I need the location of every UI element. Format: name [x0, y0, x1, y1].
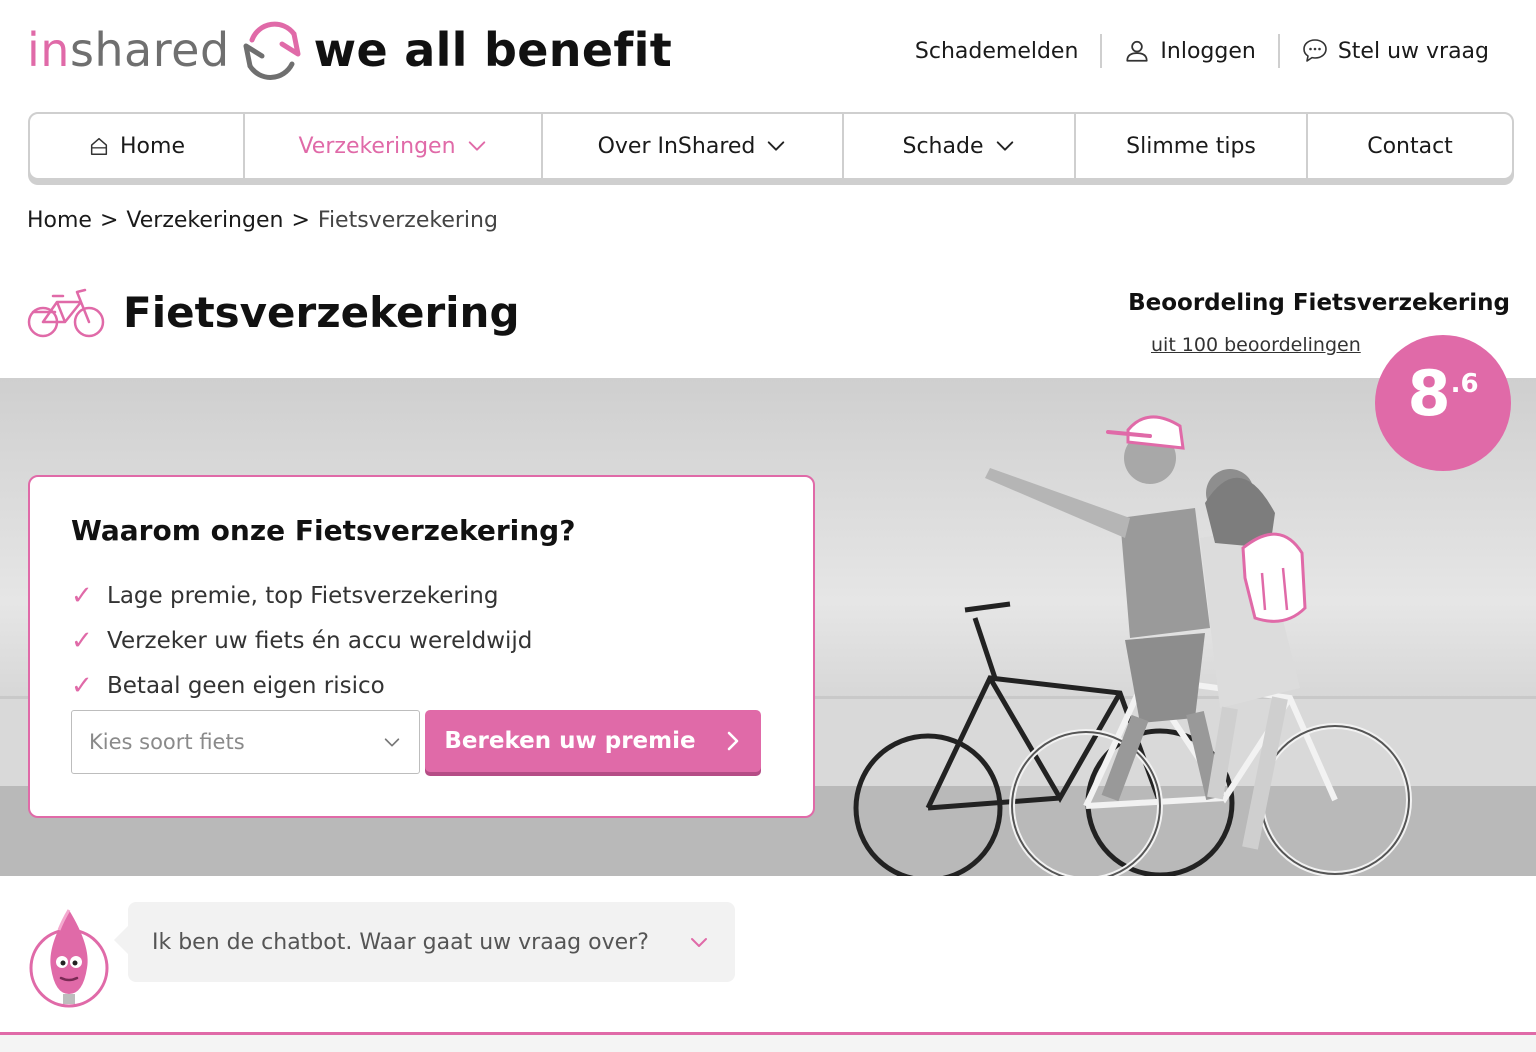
page-header: Fietsverzekering: [27, 282, 520, 342]
rating-score-badge: 8.6: [1375, 335, 1511, 471]
check-icon: ✓: [71, 580, 93, 611]
logo-shared-text: shared: [69, 23, 230, 77]
nav-item-label: Over InShared: [597, 133, 756, 159]
rating-score-decimal: .6: [1450, 369, 1479, 399]
usp-text: Verzeker uw fiets én accu wereldwijd: [107, 627, 533, 654]
report-damage-link[interactable]: Schademelden: [915, 39, 1079, 64]
user-icon: [1126, 40, 1149, 62]
nav-item-label: Verzekeringen: [298, 133, 456, 159]
chatbot-text: Ik ben de chatbot. Waar gaat uw vraag ov…: [152, 929, 649, 955]
usp-card: Waarom onze Fietsverzekering? ✓ Lage prem…: [28, 475, 815, 818]
chat-icon: [1303, 39, 1327, 62]
logo-arrows-icon: [243, 21, 301, 80]
bike-type-select[interactable]: Kies soort fiets: [71, 710, 420, 774]
bike-type-placeholder: Kies soort fiets: [89, 730, 245, 754]
ask-question-link[interactable]: Stel uw vraag: [1302, 38, 1489, 64]
calculate-premium-label: Bereken uw premie: [444, 728, 696, 754]
nav-item-smart-tips[interactable]: Slimme tips: [1076, 114, 1308, 178]
chevron-right-icon: [727, 731, 738, 751]
nav-item-contact[interactable]: Contact: [1308, 114, 1512, 178]
rating-score-main: 8: [1407, 357, 1451, 430]
chevron-down-icon: [384, 738, 400, 747]
chevron-down-icon: [768, 141, 785, 151]
usp-item: ✓ Betaal geen eigen risico: [71, 663, 532, 708]
nav-item-insurances[interactable]: Verzekeringen: [245, 114, 543, 178]
home-icon: [90, 137, 108, 155]
nav-item-label: Contact: [1367, 133, 1453, 159]
ask-question-label: Stel uw vraag: [1337, 38, 1489, 64]
divider: [1100, 34, 1103, 68]
top-links: Schademelden Inloggen Stel uw vraag: [915, 30, 1489, 72]
breadcrumb-current: Fietsverzekering: [317, 208, 498, 233]
usp-item: ✓ Verzeker uw fiets én accu wereldwijd: [71, 618, 532, 663]
chatbot-prompt[interactable]: Ik ben de chatbot. Waar gaat uw vraag ov…: [114, 902, 735, 982]
usp-text: Lage premie, top Fietsverzekering: [107, 582, 499, 609]
check-icon: ✓: [71, 625, 93, 656]
logo[interactable]: in shared we all benefit: [27, 14, 672, 86]
nav-item-home[interactable]: Home: [30, 114, 245, 178]
chevron-down-icon: [468, 141, 485, 151]
divider: [1277, 34, 1280, 68]
footer-area: [0, 1035, 1536, 1052]
report-damage-label: Schademelden: [914, 38, 1079, 64]
card-title: Waarom onze Fietsverzekering?: [71, 514, 576, 547]
nav-item-damage[interactable]: Schade: [844, 114, 1076, 178]
breadcrumb-separator: >: [99, 208, 119, 233]
chevron-down-icon: [691, 938, 707, 947]
login-link[interactable]: Inloggen: [1124, 38, 1256, 64]
main-nav: Home Verzekeringen Over InShared Schade …: [28, 112, 1514, 180]
check-icon: ✓: [71, 670, 93, 701]
nav-item-label: Home: [120, 133, 185, 159]
breadcrumb: Home > Verzekeringen > Fietsverzekering: [27, 208, 498, 233]
usp-item: ✓ Lage premie, top Fietsverzekering: [71, 573, 532, 618]
usp-list: ✓ Lage premie, top Fietsverzekering ✓ Verz…: [71, 573, 532, 708]
rating-title: Beoordeling Fietsverzekering: [1128, 290, 1510, 316]
page-title: Fietsverzekering: [123, 287, 520, 337]
nav-item-label: Slimme tips: [1126, 133, 1256, 159]
usp-text: Betaal geen eigen risico: [107, 672, 385, 699]
nav-item-label: Schade: [902, 133, 984, 159]
calculate-premium-button[interactable]: Bereken uw premie: [425, 710, 761, 772]
rating-block: Beoordeling Fietsverzekering: [1128, 290, 1510, 316]
logo-tagline: we all benefit: [313, 23, 672, 77]
breadcrumb-home[interactable]: Home: [27, 208, 92, 233]
reviews-count-link[interactable]: uit 100 beoordelingen: [1151, 334, 1361, 356]
nav-item-about[interactable]: Over InShared: [543, 114, 844, 178]
bicycle-icon: [27, 288, 105, 338]
logo-in-text: in: [27, 23, 70, 77]
login-label: Inloggen: [1160, 38, 1256, 64]
chevron-down-icon: [996, 141, 1013, 151]
breadcrumb-separator: >: [291, 208, 310, 233]
chatbot-avatar[interactable]: [29, 906, 109, 1008]
breadcrumb-insurances[interactable]: Verzekeringen: [126, 208, 283, 233]
